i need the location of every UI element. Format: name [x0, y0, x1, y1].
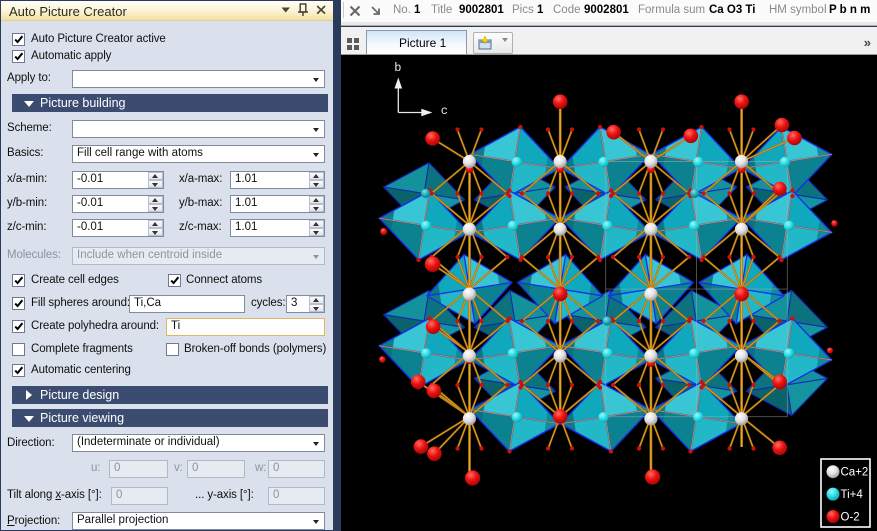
svg-text:b: b	[394, 61, 401, 75]
svg-text:Ca+2: Ca+2	[841, 467, 869, 479]
svg-text:Ti+4: Ti+4	[841, 489, 864, 501]
svg-text:c: c	[441, 104, 448, 118]
svg-text:O-2: O-2	[841, 512, 860, 524]
